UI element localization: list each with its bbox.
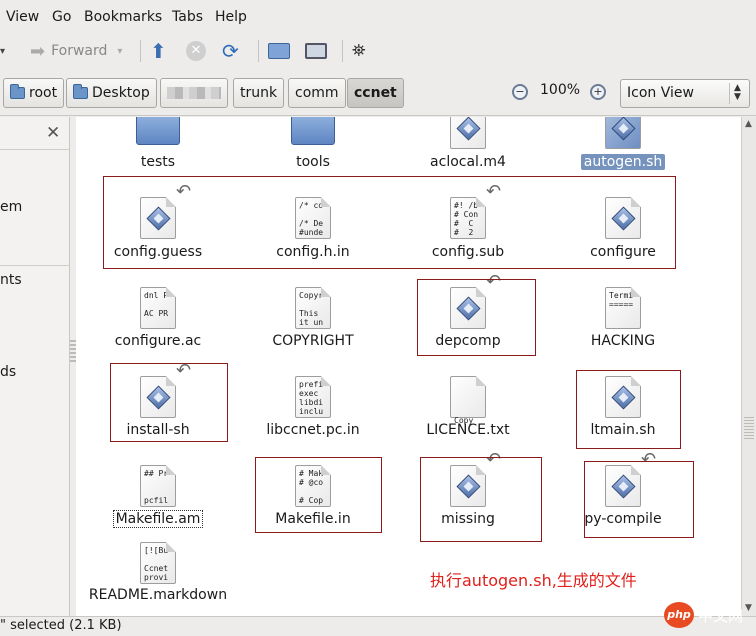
php-logo-icon: php [664,602,694,628]
file-label: autogen.sh [553,154,693,170]
file-label: tools [296,154,330,170]
text-file-icon: ## Pr pcfil [140,465,176,507]
crumb-comm[interactable]: comm [288,78,346,108]
crumb-desktop[interactable]: Desktop [66,78,157,108]
menu-help[interactable]: Help [215,9,247,25]
forward-label: Forward [51,43,108,59]
sidebar: ✕ em nts ds [0,117,70,616]
status-bar: " selected (2.1 KB) [0,616,756,636]
text-file-icon: [![Bu Ccnet provi [140,542,176,584]
crumb-root[interactable]: root [3,78,65,108]
plus-icon: + [593,85,603,98]
watermark-text: 中文网 [698,606,744,625]
crumb-label: trunk [240,85,278,101]
menu-tabs[interactable]: Tabs [172,9,203,25]
text-file-icon: Copy [450,376,486,425]
annotation-text: 执行autogen.sh,生成的文件 [430,571,637,590]
file-label: configure.ac [114,333,202,349]
close-icon[interactable]: ✕ [46,123,60,143]
folder-icon [291,117,335,145]
crumb-label: Desktop [92,85,150,101]
highlight-box [110,363,228,442]
sidebar-item[interactable]: em [0,199,22,215]
file-label: aclocal.m4 [430,154,506,170]
up-arrow-icon: ⬆ [150,39,167,63]
toolbar-separator [140,40,141,62]
minus-icon: − [515,85,525,98]
forward-arrow-icon: ➡ [30,40,46,62]
file-label: libccnet.pc.in [266,422,360,438]
sidebar-item[interactable]: ds [0,364,16,380]
zoom-level: 100% [540,82,581,98]
chevron-down-icon: ▾ [0,45,6,57]
file-label: README.markdown [88,587,228,603]
zoom-in-button[interactable]: + [590,84,606,100]
crumb-redacted[interactable] [160,78,228,108]
highlight-box [103,176,676,269]
reload-button[interactable]: ⟳ [222,38,239,64]
crumb-label: root [29,85,58,101]
scroll-down-icon[interactable]: ▼ [745,603,752,613]
highlight-box [417,279,536,356]
binoculars-icon: ⛯ [352,41,366,61]
home-button[interactable] [268,38,290,64]
menubar: View Go Bookmarks Tabs Help [0,0,756,34]
chevron-down-icon: ▾ [117,45,123,57]
crumb-label: ccnet [354,85,397,101]
highlight-box [420,457,542,542]
up-button[interactable]: ⬆ [150,38,167,64]
scroll-up-icon[interactable]: ▲ [745,119,752,129]
file-label: Makefile.am [112,510,204,528]
watermark: php 中文网 [664,602,743,628]
updown-arrows-icon: ▲ ▼ [729,83,745,104]
status-text: " selected (2.1 KB) [0,618,122,633]
reload-icon: ⟳ [222,39,239,63]
file-label: tests [140,154,176,170]
sidebar-divider [0,265,70,266]
script-file-icon [450,117,486,149]
highlight-box [255,457,382,533]
folder-icon [10,84,25,99]
back-dropdown[interactable]: ▾ [0,38,18,64]
script-file-icon [605,117,641,149]
file-label: LICENCE.txt [426,422,510,438]
zoom-out-button[interactable]: − [512,84,528,100]
menu-view[interactable]: View [6,9,39,25]
folder-icon [136,117,180,145]
menu-bookmarks[interactable]: Bookmarks [84,9,162,25]
crumb-trunk[interactable]: trunk [233,78,285,108]
stop-button[interactable]: ✕ [186,38,206,64]
search-button[interactable]: ⛯ [352,38,366,64]
stop-icon: ✕ [186,41,206,61]
computer-button[interactable] [305,38,327,64]
redacted-blur [167,87,221,99]
view-mode-value: Icon View [627,85,694,101]
sidebar-divider [0,149,70,150]
home-folder-icon [268,43,290,59]
toolbar-separator [258,40,259,62]
text-file-icon: prefi exec libdi inclu [295,376,331,418]
forward-button[interactable]: ➡ Forward ▾ [30,38,122,64]
crumb-label: comm [295,85,339,101]
crumb-ccnet[interactable]: ccnet [347,78,404,108]
text-file-icon: dnl P AC PR [140,287,176,329]
text-file-icon: Copyr This it un [295,287,331,329]
toolbar: ▾ ➡ Forward ▾ ⬆ ✕ ⟳ ⛯ [0,34,756,68]
toolbar-separator [342,40,343,62]
text-file-icon: Termi ===== [605,287,641,329]
sidebar-item[interactable]: nts [0,272,22,288]
highlight-box [576,370,681,449]
vertical-scrollbar[interactable]: ▲ ▼ [741,117,756,616]
highlight-box [584,461,694,538]
computer-icon [305,43,327,59]
file-label: HACKING [590,333,656,349]
folder-icon [73,84,88,99]
view-mode-select[interactable]: Icon View ▲ ▼ [620,79,750,108]
scroll-thumb-grip[interactable] [744,417,754,439]
menu-go[interactable]: Go [52,9,71,25]
file-label: COPYRIGHT [272,333,354,349]
